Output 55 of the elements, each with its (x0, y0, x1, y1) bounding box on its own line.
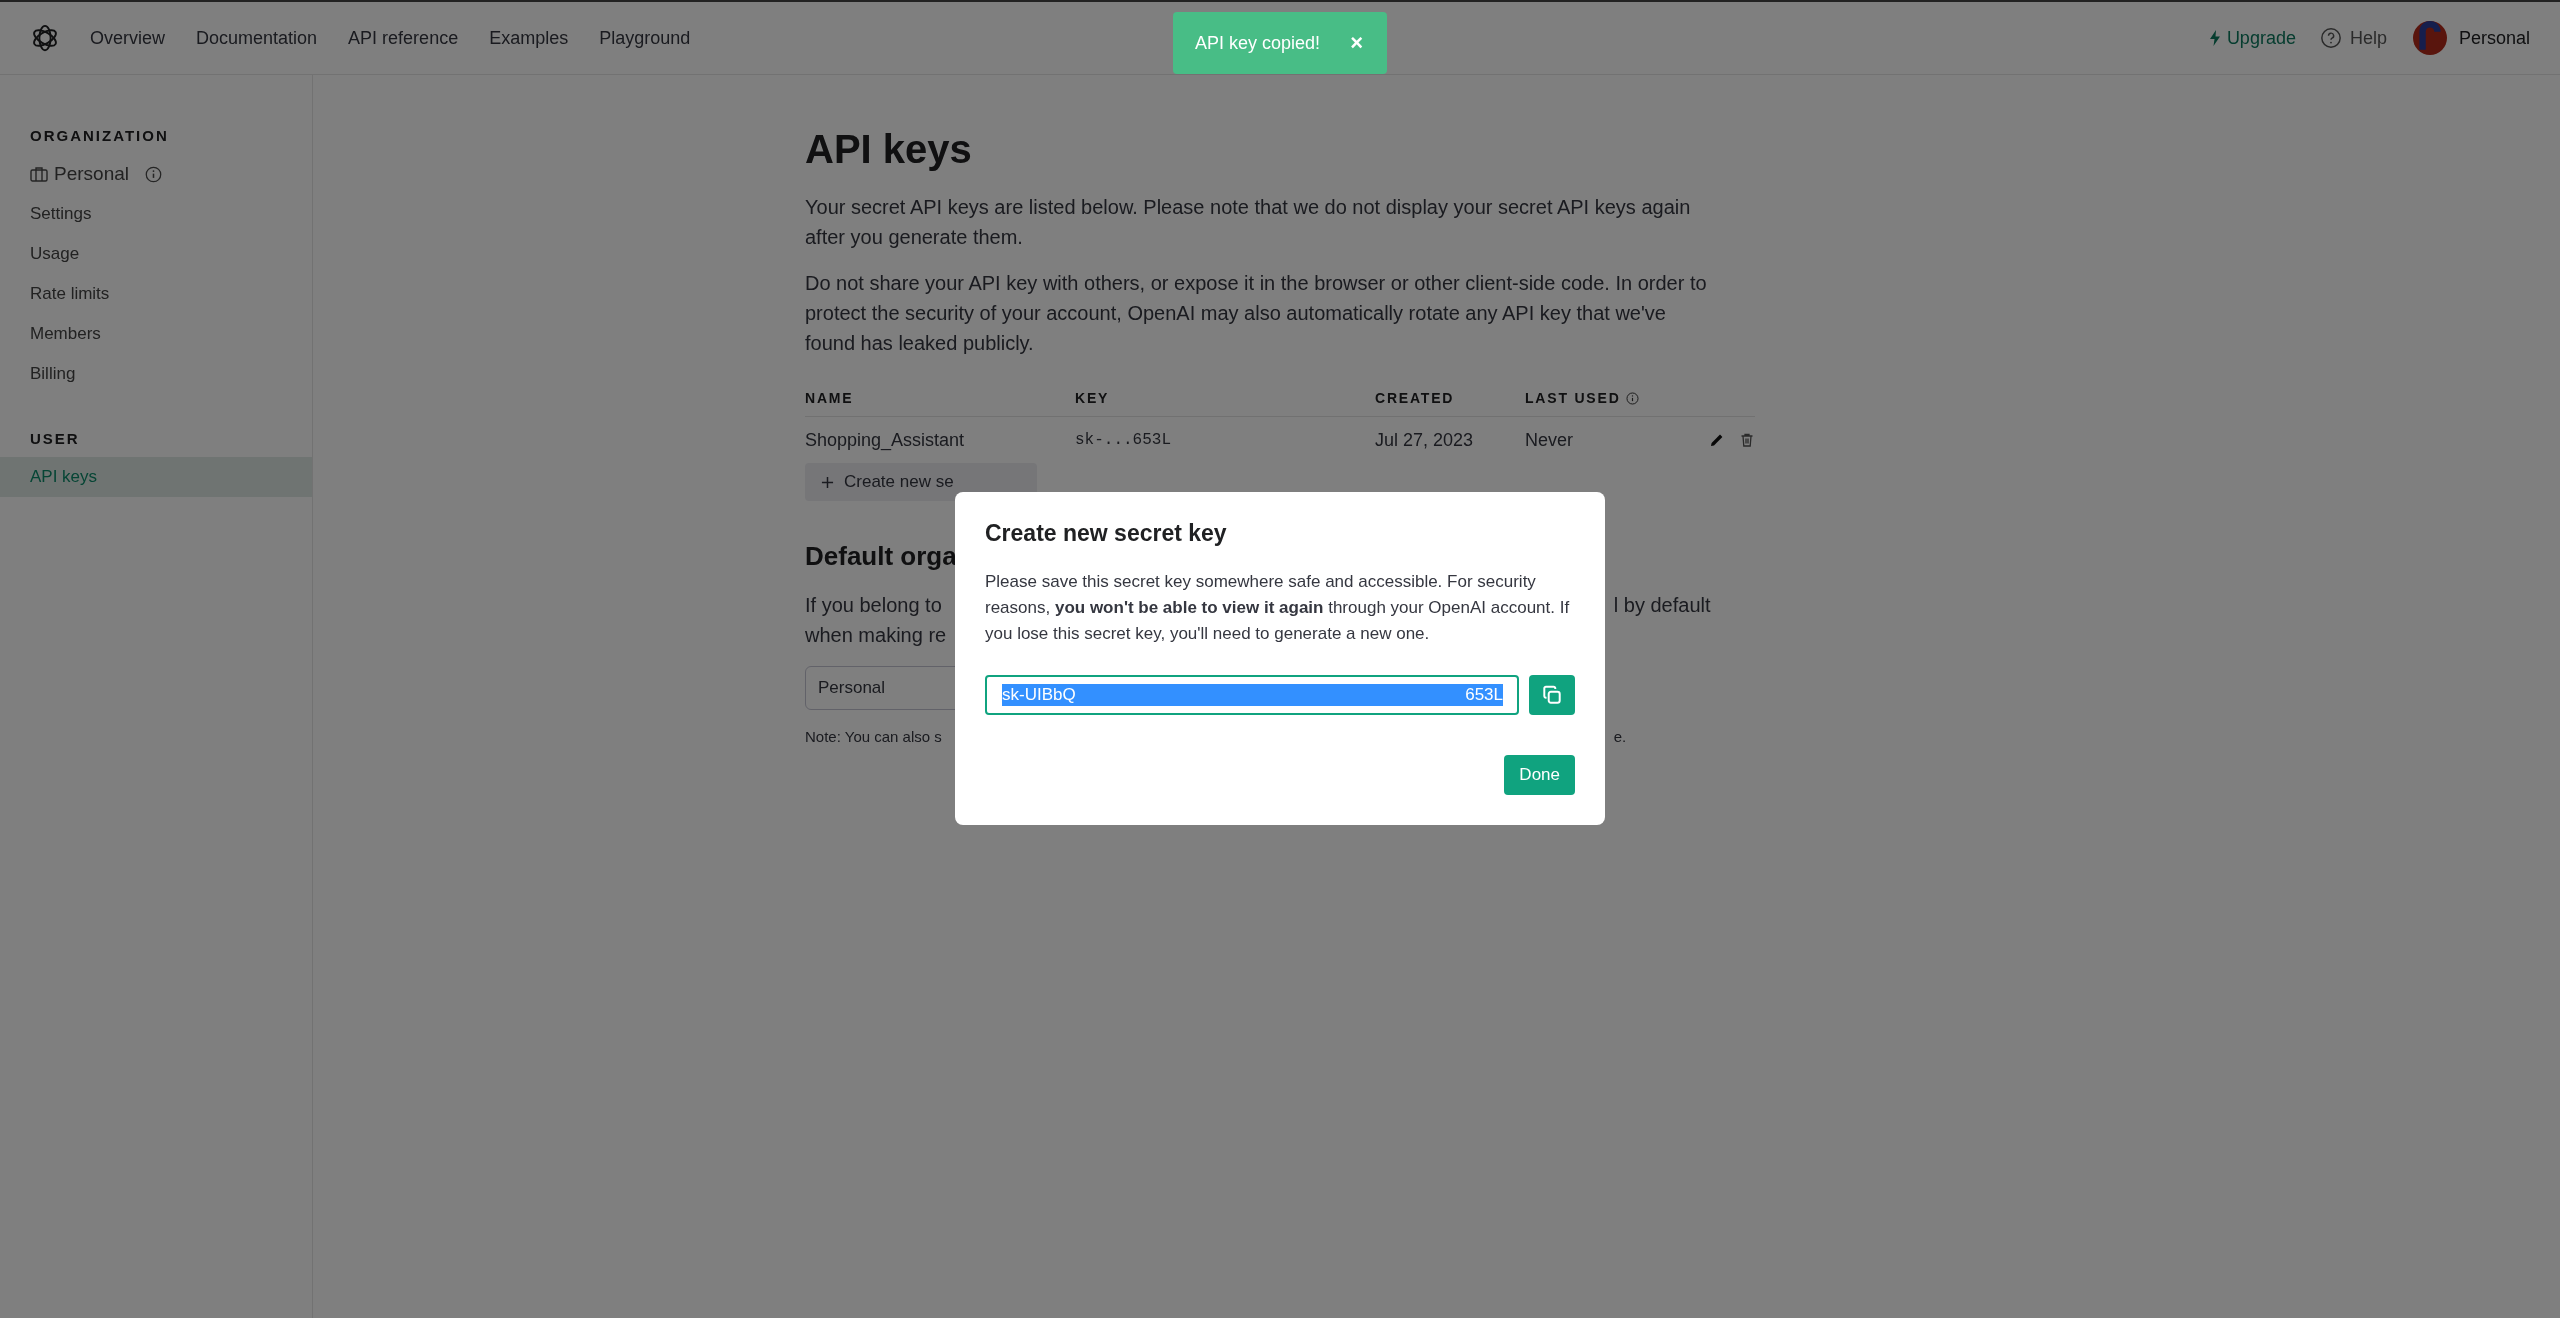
copy-button[interactable] (1529, 675, 1575, 715)
upgrade-label: Upgrade (2226, 27, 2296, 49)
note-text: Note: You can also s (805, 727, 942, 747)
note-text: e. (1613, 727, 1627, 747)
account-menu[interactable]: Personal (2412, 21, 2530, 55)
dialog-title: Create new secret key (985, 520, 1228, 547)
section-heading: Default orga (805, 541, 958, 572)
body-text: If you belong to (805, 593, 942, 618)
page-title: API keys (805, 127, 973, 172)
help-icon (2319, 27, 2342, 49)
sidebar-item[interactable]: API keys (0, 457, 312, 497)
lightning-icon (2208, 30, 2221, 46)
logo-icon[interactable] (30, 23, 60, 53)
toast-message: API key copied! (1195, 32, 1321, 54)
upgrade-link[interactable]: Upgrade (2208, 27, 2296, 49)
copy-icon (1541, 684, 1563, 706)
organization-item[interactable]: Personal (0, 154, 312, 194)
done-button[interactable]: Done (1504, 755, 1575, 795)
table-cell: Jul 27, 2023 (1375, 429, 1474, 450)
nav-link[interactable]: Overview (90, 27, 165, 49)
nav-link[interactable]: Playground (599, 27, 691, 49)
help-label: Help (2349, 27, 2387, 49)
sidebar-item[interactable]: Members (0, 314, 312, 354)
description-paragraph: Your secret API keys are listed below. Please note that we do not display your secret API keys again after you generate them. (805, 195, 1692, 250)
plus-icon (821, 475, 834, 489)
table-cell: sk-...653L (1075, 431, 1171, 449)
nav-link[interactable]: Documentation (196, 27, 318, 49)
column-header: LAST USED (1525, 390, 1621, 406)
close-button[interactable]: × (1346, 30, 1367, 56)
nav-link[interactable]: API reference (348, 27, 459, 49)
section-heading: ORGANIZATION (29, 126, 170, 146)
description-paragraph: Do not share your API key with others, or expose it in the browser or other client-side code. In order to protect the security of your account, OpenAI may also automatically rotate any API key that we've found has leaked publicly. (805, 271, 1708, 356)
column-header: CREATED (1375, 390, 1455, 406)
section-heading: USER (29, 429, 81, 449)
help-link[interactable]: Help (2319, 27, 2387, 49)
key-field[interactable]: sk-UIBbQ 653L (985, 675, 1519, 715)
dialog-message: Please save this secret key somewhere safe and accessible. For security reasons, you won't be able to view it again through your OpenAI account. If you lose this secret key, you'll need to generate a new one. (985, 571, 1571, 645)
briefcase-icon (30, 166, 48, 182)
table-cell: Shopping_Assistant (805, 429, 965, 450)
column-header: KEY (1075, 390, 1110, 406)
nav-link[interactable]: Examples (489, 27, 569, 49)
sidebar-item[interactable]: Usage (0, 234, 312, 274)
account-name: Personal (2458, 27, 2530, 49)
column-header: NAME (805, 390, 854, 406)
sidebar-item[interactable]: Settings (0, 194, 312, 234)
body-text: when making re (805, 623, 947, 648)
body-text: l by default (1613, 593, 1711, 618)
sidebar-item[interactable]: Rate limits (0, 274, 312, 314)
sidebar-item[interactable]: Billing (0, 354, 312, 394)
avatar-icon (2412, 21, 2447, 55)
edit-icon[interactable] (1709, 432, 1725, 448)
table-cell: Never (1525, 429, 1573, 450)
info-icon (145, 165, 162, 183)
create-key-button[interactable]: Create new se (805, 463, 1037, 501)
delete-icon[interactable] (1739, 432, 1755, 448)
